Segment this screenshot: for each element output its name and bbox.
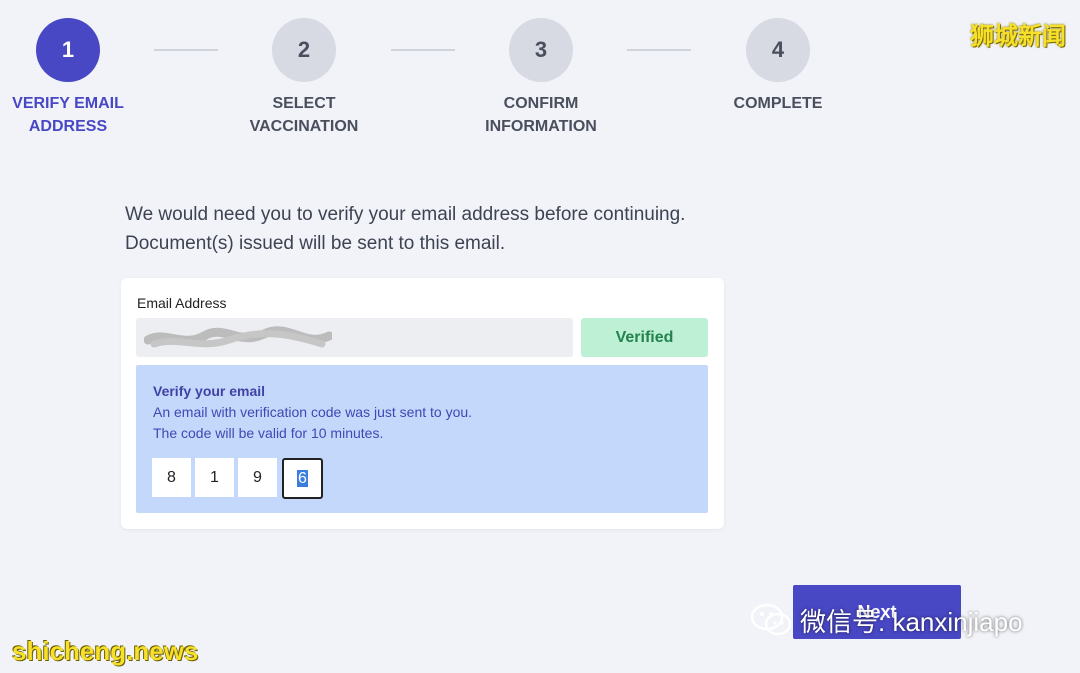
code-digit-4-selected: 6 — [297, 470, 308, 487]
code-digit-2[interactable]: 1 — [195, 458, 234, 497]
code-digit-1[interactable]: 8 — [152, 458, 191, 497]
verify-message-1: An email with verification code was just… — [153, 404, 473, 420]
step-verify-email: 1 VERIFY EMAIL ADDRESS — [0, 18, 168, 138]
wechat-text: 微信号: kanxinjiapo — [800, 606, 1023, 637]
wechat-watermark: 微信号: kanxinjiapo — [750, 600, 1023, 640]
step-label: SELECT VACCINATION — [249, 95, 359, 135]
watermark-top-right: 狮城新闻 — [970, 23, 1066, 50]
intro-line-1: We would need you to verify your email a… — [125, 204, 686, 225]
step-label: COMPLETE — [733, 95, 823, 112]
wechat-icon — [750, 603, 792, 636]
code-digit-4[interactable]: 6 — [282, 458, 323, 499]
email-field[interactable] — [136, 318, 573, 357]
verify-email-panel: Verify your email An email with verifica… — [136, 365, 708, 513]
verified-button[interactable]: Verified — [581, 318, 708, 357]
step-confirm-information: 3 CONFIRM INFORMATION — [441, 18, 641, 138]
code-digit-3[interactable]: 9 — [238, 458, 277, 497]
email-field-label: Email Address — [137, 295, 227, 311]
verify-title: Verify your email — [153, 383, 266, 399]
intro-line-2: Document(s) issued will be sent to this … — [125, 233, 506, 254]
redaction-scribble — [144, 326, 332, 348]
email-verification-card: Email Address Verified Verify your email… — [121, 278, 724, 529]
step-number: 3 — [509, 18, 573, 82]
intro-text: We would need you to verify your email a… — [125, 200, 765, 258]
step-number: 4 — [746, 18, 810, 82]
step-complete: 4 COMPLETE — [678, 18, 878, 115]
step-number: 1 — [36, 18, 100, 82]
step-label: VERIFY EMAIL ADDRESS — [12, 95, 124, 135]
verify-message-2: The code will be valid for 10 minutes. — [153, 425, 384, 441]
step-number: 2 — [272, 18, 336, 82]
step-select-vaccination: 2 SELECT VACCINATION — [204, 18, 404, 138]
step-label: CONFIRM INFORMATION — [485, 95, 597, 135]
watermark-bottom-left: shicheng.news — [12, 636, 199, 666]
